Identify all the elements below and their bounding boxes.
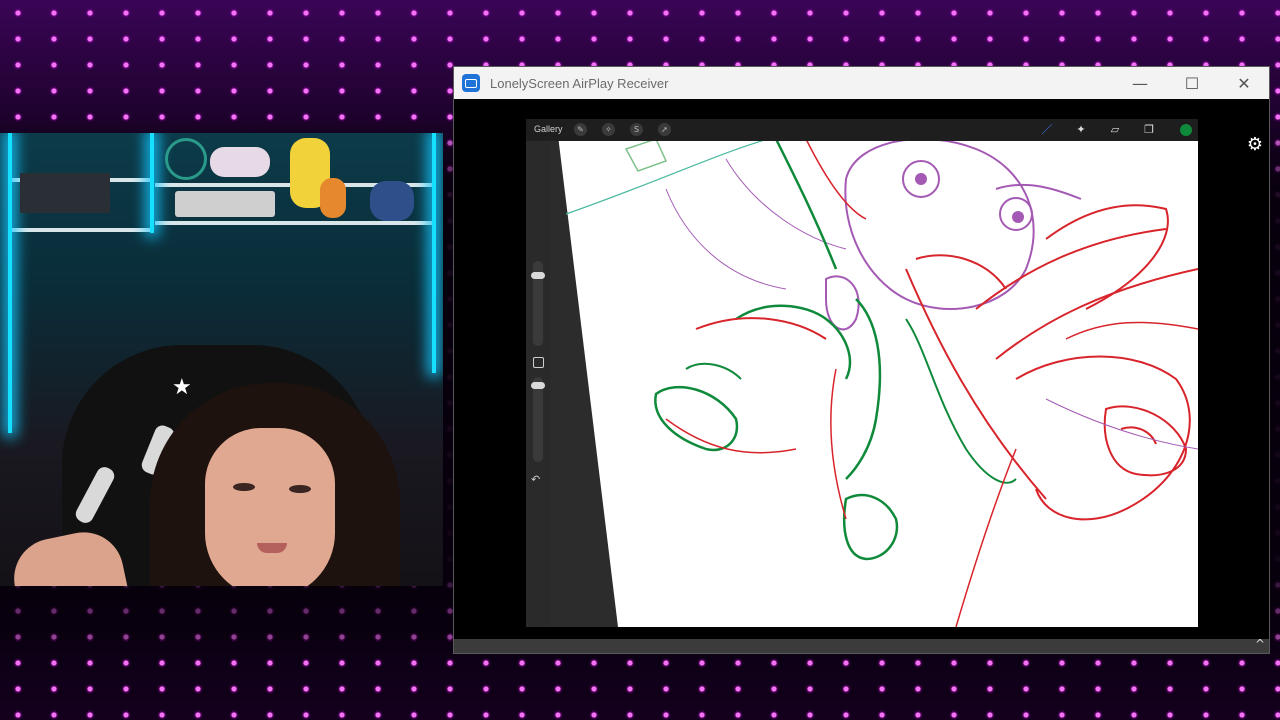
shelf: [10, 228, 150, 232]
led-strip: [432, 133, 436, 373]
gear-icon[interactable]: ⚙: [1245, 135, 1265, 155]
procreate-toolbar: Gallery ✎ ✧ S ➚ ／ ✦ ▱ ❐: [526, 119, 1198, 141]
sketch-canvas[interactable]: [526, 119, 1198, 627]
streamer-face: [205, 428, 335, 586]
brush-size-thumb[interactable]: [531, 272, 545, 279]
storage-box: [175, 191, 275, 217]
selection-icon[interactable]: S: [630, 123, 643, 136]
mirror-area: Gallery ✎ ✧ S ➚ ／ ✦ ▱ ❐ ↶ ⚙: [454, 99, 1269, 639]
layers-icon[interactable]: ❐: [1142, 123, 1156, 137]
plush-toy: [320, 178, 346, 218]
chair-stripe: [72, 464, 118, 526]
plush-toy: [210, 147, 270, 177]
magic-wand-icon[interactable]: ✧: [602, 123, 615, 136]
shelf: [155, 221, 435, 225]
led-strip: [8, 133, 12, 433]
airplay-app-icon: [462, 74, 480, 92]
close-button[interactable]: ✕: [1218, 67, 1270, 99]
color-picker-button[interactable]: [1180, 124, 1192, 136]
mouth: [257, 543, 287, 553]
eraser-icon[interactable]: ▱: [1108, 123, 1122, 137]
opacity-thumb[interactable]: [531, 382, 545, 389]
eye: [233, 483, 255, 491]
smudge-icon[interactable]: ✦: [1074, 123, 1088, 137]
led-strip: [150, 133, 154, 233]
gallery-button[interactable]: Gallery: [534, 124, 563, 134]
drawer-unit: [20, 173, 110, 213]
eye: [289, 485, 311, 493]
transform-icon[interactable]: ➚: [658, 123, 671, 136]
plush-toy: [370, 181, 414, 221]
wrench-icon[interactable]: ✎: [574, 123, 587, 136]
chevron-up-icon[interactable]: ^: [1255, 637, 1265, 651]
opacity-slider[interactable]: [533, 377, 543, 462]
undo-icon[interactable]: ↶: [531, 473, 540, 486]
decor-ring: [165, 138, 207, 180]
procreate-mirror: Gallery ✎ ✧ S ➚ ／ ✦ ▱ ❐ ↶: [526, 119, 1198, 627]
maximize-button[interactable]: ☐: [1166, 67, 1218, 99]
lonelyscreen-window: LonelyScreen AirPlay Receiver — ☐ ✕ Gall…: [453, 66, 1270, 654]
chair-logo-icon: ★: [172, 375, 192, 400]
window-bottom-bar: ^: [454, 637, 1269, 653]
title-bar[interactable]: LonelyScreen AirPlay Receiver — ☐ ✕: [454, 67, 1269, 99]
minimize-button[interactable]: —: [1114, 67, 1166, 99]
procreate-sidebar: ↶: [526, 141, 550, 627]
webcam-feed: ★: [0, 133, 443, 586]
window-title: LonelyScreen AirPlay Receiver: [490, 75, 669, 91]
modify-button[interactable]: [533, 357, 544, 368]
brush-icon[interactable]: ／: [1040, 123, 1054, 137]
